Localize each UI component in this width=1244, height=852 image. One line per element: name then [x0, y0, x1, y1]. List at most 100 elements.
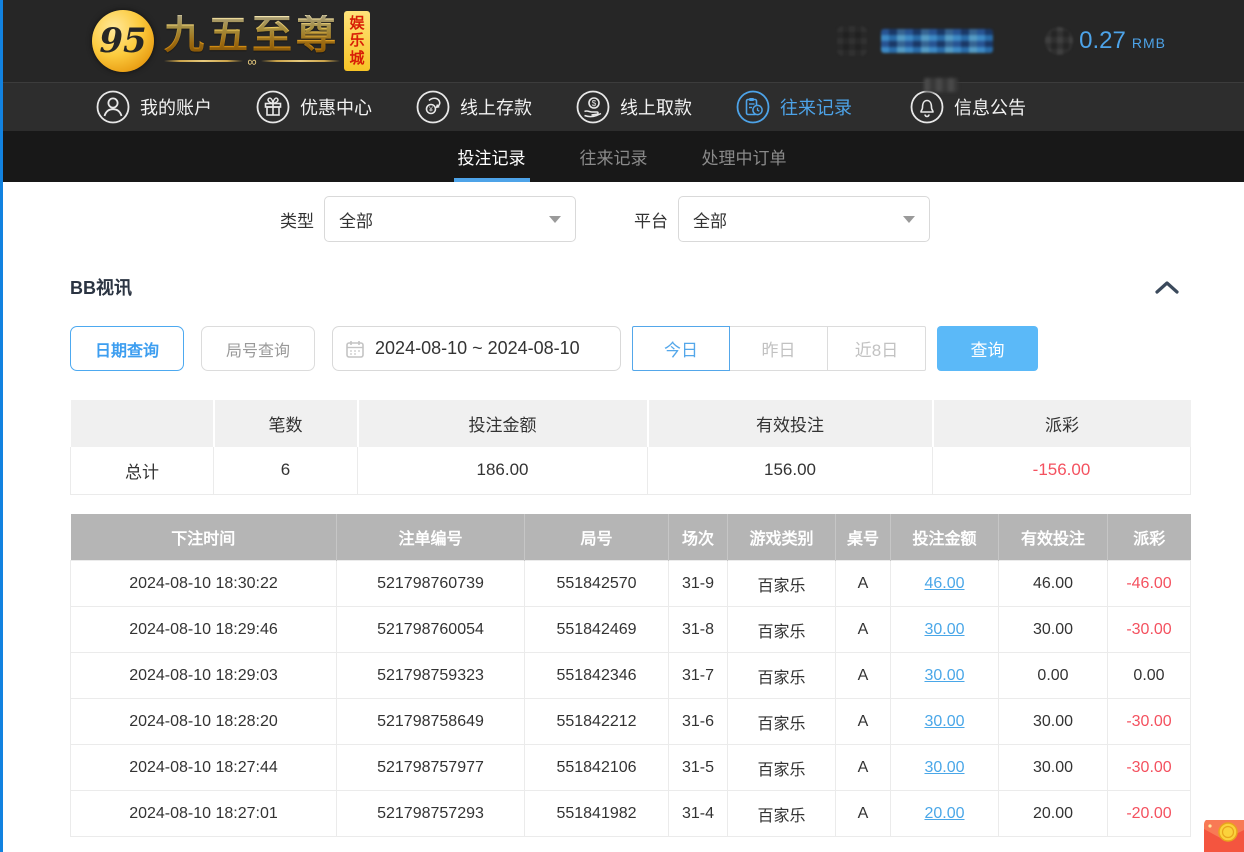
sub-tab-bar: 投注记录 往来记录 处理中订单 [0, 131, 1244, 182]
table-cell: 百家乐 [728, 561, 836, 607]
table-cell: -20.00 [1108, 791, 1191, 837]
table-cell: 46.00 [891, 561, 999, 607]
table-cell: 30.00 [891, 699, 999, 745]
round-query-button[interactable]: 局号查询 [201, 326, 315, 371]
table-cell: 2024-08-10 18:29:46 [71, 607, 337, 653]
bet-amount-link[interactable]: 46.00 [924, 575, 964, 592]
bet-amount-link[interactable]: 20.00 [924, 805, 964, 822]
table-cell: A [836, 791, 891, 837]
svg-text:$: $ [592, 99, 597, 108]
search-button[interactable]: 查询 [937, 326, 1038, 371]
platform-filter-label: 平台 [634, 207, 668, 232]
section-title: BB视讯 [70, 274, 132, 300]
summary-header-cell [71, 400, 214, 447]
tab-pending-orders[interactable]: 处理中订单 [698, 131, 791, 182]
bet-records-table: 下注时间 注单编号 局号 场次 游戏类别 桌号 投注金额 有效投注 派彩 202… [70, 514, 1191, 838]
last-8-days-button[interactable]: 近8日 [828, 326, 926, 371]
table-cell: 551842212 [525, 699, 669, 745]
nav-item-promotions[interactable]: 优惠中心 [256, 90, 372, 124]
date-query-button[interactable]: 日期查询 [70, 326, 184, 371]
chevron-down-icon [903, 216, 915, 223]
table-cell: 30.00 [999, 607, 1108, 653]
table-cell: 百家乐 [728, 699, 836, 745]
nav-label: 优惠中心 [300, 94, 372, 120]
red-envelope-promo-icon[interactable] [1204, 820, 1244, 852]
summary-header-row: 笔数 投注金额 有效投注 派彩 [71, 400, 1191, 447]
col-header-bet-time: 下注时间 [71, 514, 337, 561]
balance-currency: RMB [1132, 35, 1166, 51]
nav-item-transaction-records[interactable]: 往来记录 [736, 90, 852, 124]
table-cell: 2024-08-10 18:30:22 [71, 561, 337, 607]
left-edge-strip [0, 0, 3, 852]
table-cell: 551842346 [525, 653, 669, 699]
platform-select-value: 全部 [693, 207, 727, 232]
nav-label: 线上取款 [620, 94, 692, 120]
table-cell: 百家乐 [728, 653, 836, 699]
yesterday-button[interactable]: 昨日 [730, 326, 828, 371]
summary-total-label: 总计 [71, 447, 214, 494]
table-cell: 2024-08-10 18:28:20 [71, 699, 337, 745]
type-select[interactable]: 全部 [324, 196, 576, 242]
type-select-value: 全部 [339, 207, 373, 232]
balance-display[interactable]: 0.27 RMB [1045, 27, 1166, 55]
bet-amount-link[interactable]: 30.00 [924, 713, 964, 730]
col-header-round-id: 局号 [525, 514, 669, 561]
tab-transaction-records[interactable]: 往来记录 [576, 131, 652, 182]
bet-amount-link[interactable]: 30.00 [924, 621, 964, 638]
table-cell: 551842570 [525, 561, 669, 607]
col-header-game-type: 游戏类别 [728, 514, 836, 561]
user-avatar-blurred[interactable] [837, 26, 867, 56]
nav-label: 信息公告 [954, 94, 1026, 120]
table-cell: 31-6 [669, 699, 728, 745]
table-row: 2024-08-10 18:27:44521798757977551842106… [71, 745, 1191, 791]
calendar-icon [345, 339, 365, 359]
col-header-payout: 派彩 [1108, 514, 1191, 561]
today-button[interactable]: 今日 [632, 326, 730, 371]
table-cell: A [836, 745, 891, 791]
table-cell: 521798760054 [337, 607, 525, 653]
content-area: 类型 全部 平台 全部 BB视讯 日期查询 局号查询 2024-08-10 ~ … [0, 182, 1244, 837]
date-range-input[interactable]: 2024-08-10 ~ 2024-08-10 [332, 326, 621, 371]
col-header-table-no: 桌号 [836, 514, 891, 561]
nav-label: 线上存款 [460, 94, 532, 120]
table-cell: 2024-08-10 18:27:44 [71, 745, 337, 791]
table-cell: 百家乐 [728, 607, 836, 653]
records-icon [736, 90, 770, 124]
table-cell: 521798757293 [337, 791, 525, 837]
nav-item-withdraw[interactable]: $ 线上取款 [576, 90, 692, 124]
table-cell: A [836, 607, 891, 653]
table-row: 2024-08-10 18:27:01521798757293551841982… [71, 791, 1191, 837]
gift-icon [256, 90, 290, 124]
platform-select[interactable]: 全部 [678, 196, 930, 242]
wallet-icon-blurred [1045, 27, 1073, 55]
nav-item-deposit[interactable]: ¥ 线上存款 [416, 90, 532, 124]
nav-label: 我的账户 [140, 94, 212, 120]
table-cell: 20.00 [891, 791, 999, 837]
summary-header-cell: 笔数 [214, 400, 358, 447]
tab-bet-records[interactable]: 投注记录 [454, 131, 530, 182]
deposit-icon: ¥ [416, 90, 450, 124]
bet-amount-link[interactable]: 30.00 [924, 667, 964, 684]
table-cell: 20.00 [999, 791, 1108, 837]
collapse-chevron-up-icon[interactable] [1152, 276, 1182, 298]
col-header-session: 场次 [669, 514, 728, 561]
table-cell: 521798760739 [337, 561, 525, 607]
nav-item-my-account[interactable]: 我的账户 [96, 90, 212, 124]
site-logo[interactable]: 95 九五至尊 ∞ 娱 乐 城 [92, 10, 370, 72]
section-header: BB视讯 [0, 242, 1244, 300]
table-cell: -30.00 [1108, 607, 1191, 653]
bet-amount-link[interactable]: 30.00 [924, 759, 964, 776]
date-range-value: 2024-08-10 ~ 2024-08-10 [375, 338, 580, 359]
table-row: 2024-08-10 18:29:46521798760054551842469… [71, 607, 1191, 653]
table-cell: 2024-08-10 18:27:01 [71, 791, 337, 837]
badge-blurred [924, 78, 958, 92]
table-row: 2024-08-10 18:28:20521798758649551842212… [71, 699, 1191, 745]
table-cell: 30.00 [999, 745, 1108, 791]
nav-item-announcements[interactable]: 信息公告 [910, 90, 1026, 124]
username-blurred [881, 29, 993, 53]
table-cell: 31-4 [669, 791, 728, 837]
tab-label: 处理中订单 [702, 144, 787, 169]
table-cell: 30.00 [891, 745, 999, 791]
svg-text:¥: ¥ [429, 107, 433, 114]
table-cell: 30.00 [891, 607, 999, 653]
